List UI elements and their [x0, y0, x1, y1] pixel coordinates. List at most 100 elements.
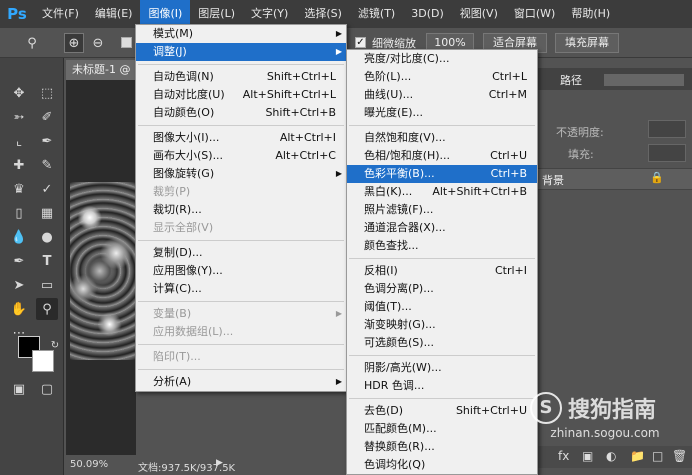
zoom-level[interactable]: 50.09%	[70, 459, 108, 470]
zoom-tool-selected-icon[interactable]: ⚲	[36, 298, 58, 320]
menu-item-shortcut: Ctrl+L	[492, 70, 527, 83]
image-menu-item[interactable]: 自动颜色(O) Shift+Ctrl+B	[136, 104, 346, 122]
blur-tool-icon[interactable]: 💧	[8, 226, 30, 248]
menu-item-label: 去色(D)	[364, 404, 404, 417]
eraser-tool-icon[interactable]: ▯	[8, 202, 30, 224]
adjustments-menu-item[interactable]: 渐变映射(G)...	[347, 316, 537, 334]
menubar-item[interactable]: 帮助(H)	[563, 0, 618, 28]
menubar-item[interactable]: 滤镜(T)	[350, 0, 403, 28]
menu-item-label: 图像大小(I)...	[153, 131, 220, 144]
eyedropper-tool-icon[interactable]: ✒	[36, 130, 58, 152]
type-tool-icon[interactable]: T	[36, 250, 58, 272]
crop-tool-icon[interactable]: ⌞	[8, 130, 30, 152]
image-menu-item[interactable]: 裁剪(P)	[136, 183, 346, 201]
background-layer-name: 背景	[542, 174, 564, 187]
fx-icon[interactable]: fx	[558, 449, 569, 463]
image-menu-item[interactable]: 显示全部(V)	[136, 219, 346, 237]
fill-screen-button[interactable]: 填充屏幕	[555, 33, 619, 53]
folder-icon[interactable]: 📁	[630, 449, 645, 463]
trash-icon[interactable]: 🗑	[672, 449, 687, 463]
watermark-url: zhinan.sogou.com	[550, 426, 660, 440]
quick-select-tool-icon[interactable]: ✐	[36, 106, 58, 128]
shape-tool-icon[interactable]: ▭	[36, 274, 58, 296]
image-menu-item[interactable]: 陷印(T)...	[136, 348, 346, 366]
adjustments-menu-item[interactable]: 通道混合器(X)...	[347, 219, 537, 237]
image-menu-item[interactable]: 模式(M) ▶	[136, 25, 346, 43]
image-menu-item[interactable]: 复制(D)...	[136, 244, 346, 262]
image-menu-item[interactable]: 变量(B) ▶	[136, 305, 346, 323]
adjustments-menu-item[interactable]: 阈值(T)...	[347, 298, 537, 316]
image-menu-item[interactable]: 自动色调(N) Shift+Ctrl+L	[136, 68, 346, 86]
menubar-item[interactable]: 窗口(W)	[506, 0, 563, 28]
healing-brush-tool-icon[interactable]: ✚	[8, 154, 30, 176]
marquee-tool-icon[interactable]: ⬚	[36, 82, 58, 104]
dodge-tool-icon[interactable]: ●	[36, 226, 58, 248]
opacity-input[interactable]	[648, 120, 686, 138]
fine-zoom-checkbox[interactable]: ✓	[355, 37, 366, 48]
quick-mask-icon[interactable]: ▣	[8, 378, 30, 400]
mask-icon[interactable]: ▣	[582, 449, 593, 463]
paths-tab[interactable]: 路径	[560, 72, 582, 88]
adjustments-menu-item[interactable]: 反相(I) Ctrl+I	[347, 262, 537, 280]
gradient-tool-icon[interactable]: ▦	[36, 202, 58, 224]
adjustments-menu-item[interactable]: 替换颜色(R)...	[347, 438, 537, 456]
adjustments-menu-item[interactable]: 可选颜色(S)...	[347, 334, 537, 352]
lasso-tool-icon[interactable]: ➳	[8, 106, 30, 128]
adjustments-menu-item[interactable]: 匹配颜色(M)...	[347, 420, 537, 438]
image-menu-item[interactable]: 自动对比度(U) Alt+Shift+Ctrl+L	[136, 86, 346, 104]
adjustments-menu-item[interactable]: 阴影/高光(W)...	[347, 359, 537, 377]
adjustments-menu-item[interactable]: 色阶(L)... Ctrl+L	[347, 68, 537, 86]
menubar-item[interactable]: 文件(F)	[34, 0, 87, 28]
adjustments-menu-item[interactable]: 色相/饱和度(H)... Ctrl+U	[347, 147, 537, 165]
menubar-item[interactable]: 编辑(E)	[87, 0, 141, 28]
status-arrow-icon[interactable]: ▶	[216, 458, 223, 468]
adjustments-menu-item[interactable]: 亮度/对比度(C)...	[347, 50, 537, 68]
move-tool-icon[interactable]: ✥	[8, 82, 30, 104]
menu-item-label: 反相(I)	[364, 264, 398, 277]
image-menu-item[interactable]: 画布大小(S)... Alt+Ctrl+C	[136, 147, 346, 165]
pen-tool-icon[interactable]: ✒	[8, 250, 30, 272]
menu-item-label: 色阶(L)...	[364, 70, 412, 83]
adjustments-menu-item[interactable]: 去色(D) Shift+Ctrl+U	[347, 402, 537, 420]
menu-separator	[349, 355, 535, 356]
fill-input[interactable]	[648, 144, 686, 162]
adjustments-menu-item[interactable]: 自然饱和度(V)...	[347, 129, 537, 147]
adjustments-menu-item[interactable]: 曝光度(E)...	[347, 104, 537, 122]
swap-colors-icon[interactable]: ↻	[44, 334, 66, 356]
adjustments-menu-item[interactable]: 色彩平衡(B)... Ctrl+B	[347, 165, 537, 183]
clone-stamp-tool-icon[interactable]: ♛	[8, 178, 30, 200]
image-menu-item[interactable]: 调整(J) ▶	[136, 43, 346, 61]
path-select-tool-icon[interactable]: ➤	[8, 274, 30, 296]
menubar-item[interactable]: 3D(D)	[403, 0, 452, 28]
document-tab[interactable]: 未标题-1 @	[66, 60, 140, 80]
zoom-tool-icon[interactable]: ⚲	[22, 33, 42, 53]
adjustments-menu-item[interactable]: 色调均化(Q)	[347, 456, 537, 474]
adjustments-menu-item[interactable]: 照片滤镜(F)...	[347, 201, 537, 219]
hand-tool-icon[interactable]: ✋	[8, 298, 30, 320]
image-menu-item[interactable]: 计算(C)...	[136, 280, 346, 298]
menu-item-label: 陷印(T)...	[153, 350, 201, 363]
adjustments-menu-item[interactable]: 色调分离(P)...	[347, 280, 537, 298]
submenu-arrow-icon: ▶	[335, 29, 342, 38]
new-layer-icon[interactable]: □	[652, 449, 663, 463]
adjustments-menu-item[interactable]: 曲线(U)... Ctrl+M	[347, 86, 537, 104]
image-menu-item[interactable]: 裁切(R)...	[136, 201, 346, 219]
adjustments-menu-item[interactable]: 颜色查找...	[347, 237, 537, 255]
image-menu-item[interactable]: 应用图像(Y)...	[136, 262, 346, 280]
zoom-in-icon[interactable]: ⊕	[64, 33, 84, 53]
adjustments-menu-item[interactable]: HDR 色调...	[347, 377, 537, 395]
image-menu-item[interactable]: 图像大小(I)... Alt+Ctrl+I	[136, 129, 346, 147]
adjustments-menu-item[interactable]: 黑白(K)... Alt+Shift+Ctrl+B	[347, 183, 537, 201]
menu-separator	[349, 125, 535, 126]
image-menu-item[interactable]: 图像旋转(G) ▶	[136, 165, 346, 183]
history-brush-tool-icon[interactable]: ✓	[36, 178, 58, 200]
screen-mode-icon[interactable]: ▢	[36, 378, 58, 400]
menu-item-label: 自动颜色(O)	[153, 106, 215, 119]
brush-tool-icon[interactable]: ✎	[36, 154, 58, 176]
image-menu-item[interactable]: 分析(A) ▶	[136, 373, 346, 391]
adjustment-layer-icon[interactable]: ◐	[606, 449, 616, 463]
menubar-item[interactable]: 视图(V)	[452, 0, 506, 28]
image-menu-item[interactable]: 应用数据组(L)...	[136, 323, 346, 341]
zoom-out-icon[interactable]: ⊖	[88, 33, 108, 53]
resize-windows-checkbox[interactable]	[121, 37, 132, 48]
